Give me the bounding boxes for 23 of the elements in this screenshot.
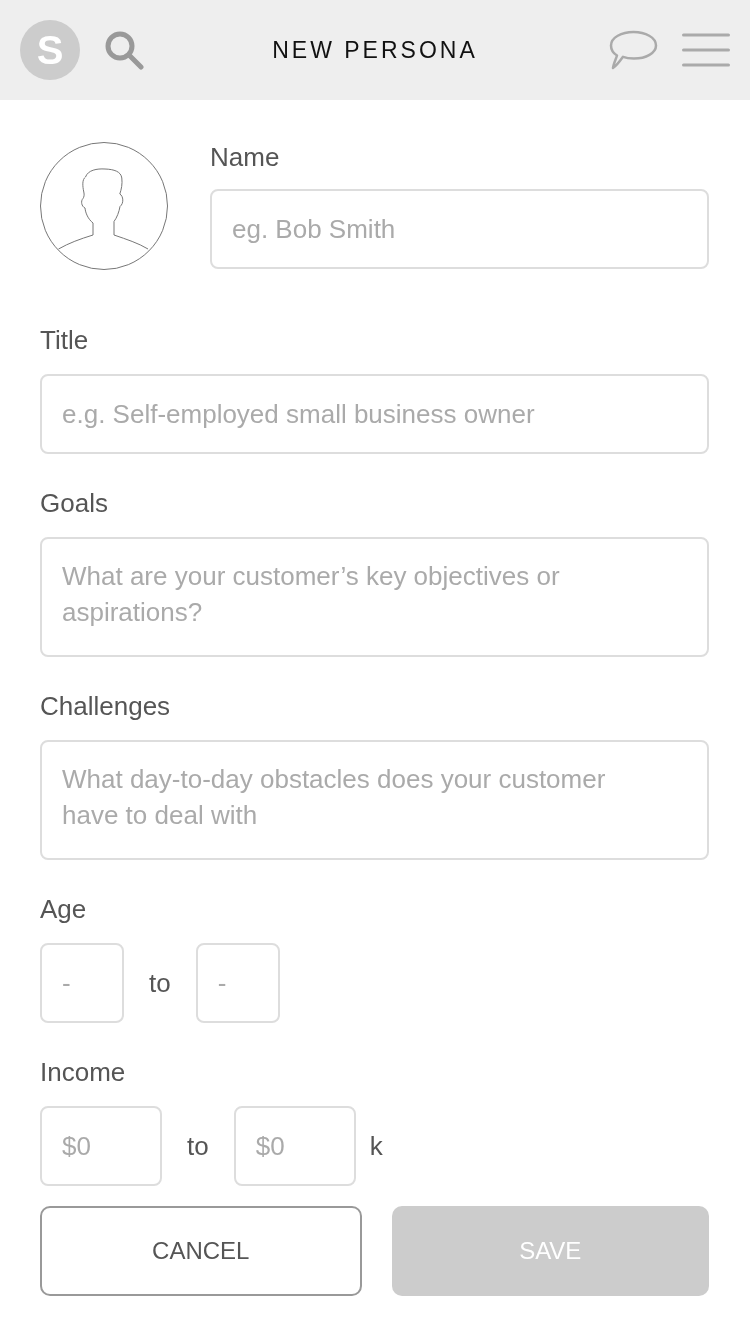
text-area[interactable]: What day-to-day obstacles does your customer have to deal with	[40, 740, 709, 860]
field-label: Income	[40, 1057, 127, 1087]
range-input[interactable]: -	[195, 943, 280, 1023]
range-input[interactable]: -	[40, 943, 124, 1023]
unit-label: k	[369, 1129, 383, 1163]
text-area[interactable]: What are your customer’s key objectives or aspirations?	[40, 537, 709, 657]
search-icon[interactable]	[104, 30, 144, 70]
menu-icon[interactable]	[682, 32, 730, 68]
field-label: Goals	[40, 488, 109, 518]
cancel-button[interactable]: CANCEL	[40, 1206, 362, 1296]
name-input[interactable]: eg. Bob Smith	[210, 189, 709, 269]
range-input[interactable]: $0	[40, 1106, 162, 1186]
field-label: Name	[210, 142, 281, 172]
chat-bubble-icon[interactable]	[609, 30, 658, 70]
field-label: Age	[40, 894, 88, 924]
person-silhouette-icon	[40, 142, 168, 270]
screen-title: NEW PERSONA	[272, 35, 478, 65]
range-input[interactable]: $0	[233, 1106, 356, 1186]
range-separator: to	[187, 1129, 209, 1163]
field-label: Title	[40, 325, 90, 355]
text-input[interactable]: e.g. Self-employed small business owner	[40, 374, 709, 454]
field-label: Challenges	[40, 691, 172, 721]
range-separator: to	[149, 966, 171, 1000]
